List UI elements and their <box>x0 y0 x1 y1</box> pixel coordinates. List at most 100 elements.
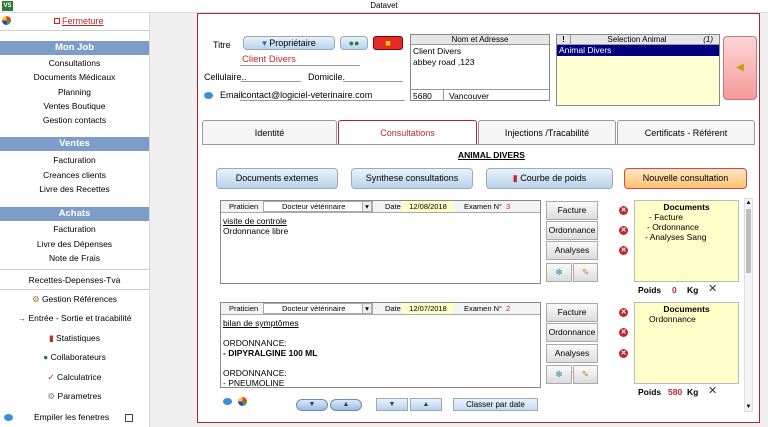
delete-icon[interactable]: ✕ <box>619 226 628 235</box>
palette-icon[interactable] <box>238 397 247 406</box>
date-value[interactable]: 12/07/2018 <box>402 303 454 314</box>
entry-notes[interactable]: bilan de symptômes ORDONNANCE: - DIPYRAL… <box>221 315 540 387</box>
close-icon[interactable]: ✕ <box>708 282 717 295</box>
analyses-sang-button[interactable]: Analyses Sang <box>546 241 598 272</box>
domicile-field[interactable] <box>343 71 403 82</box>
tree-icon[interactable]: ✻ <box>546 263 572 282</box>
delete-icon[interactable]: ✕ <box>619 308 628 317</box>
contacts-button[interactable]: ●● <box>340 36 368 50</box>
chat-icon[interactable] <box>223 398 232 405</box>
stack-windows-checkbox[interactable] <box>125 414 133 422</box>
nav-label: Entrée - Sortie et tracabilité <box>28 313 132 323</box>
next-up-button[interactable]: ▲ <box>410 398 442 411</box>
arrow-right-icon: → <box>17 313 27 323</box>
consult-entry: Praticien Docteur vétérinaire ▾ Date 12/… <box>220 200 541 284</box>
entry-notes[interactable]: visite de controle Ordonnance libre <box>221 213 540 239</box>
sort-by-date-button[interactable]: Classer par date <box>453 398 538 411</box>
delete-icon[interactable]: ✕ <box>619 328 628 337</box>
nav-documents-medicaux[interactable]: Documents Médicaux <box>0 72 149 82</box>
note-line <box>223 358 538 368</box>
close-link[interactable]: Fermeture <box>54 16 104 26</box>
nouvelle-consultation-button[interactable]: Nouvelle consultation <box>624 168 747 189</box>
nav-calculatrice[interactable]: ✓ Calculatrice <box>0 372 149 383</box>
analyses-sang-button[interactable]: Analyses Sang <box>546 344 598 375</box>
nav-planning[interactable]: Planning <box>0 87 149 97</box>
address-header: Nom et Adresse <box>411 35 549 45</box>
alert-button[interactable]: ■ <box>373 36 403 50</box>
postal-code[interactable]: 5680 <box>413 91 432 101</box>
scrollbar[interactable]: ▲ ▼ <box>744 198 753 412</box>
nav-consultations[interactable]: Consultations <box>0 58 149 68</box>
tool-icon[interactable]: ✎ <box>573 365 598 384</box>
nav-livre-depenses[interactable]: Livre des Dépenses <box>0 239 149 249</box>
documents-title: Documents <box>663 202 710 212</box>
synthese-button[interactable]: Synthese consultations <box>351 168 473 189</box>
add-animal-button[interactable]: ◀ <box>723 36 757 100</box>
nav-facturation-ventes[interactable]: Facturation <box>0 155 149 165</box>
nav-gestion-references[interactable]: ⚙ Gestion Références <box>0 294 149 305</box>
ordonnance-button[interactable]: Ordonnance <box>546 221 598 240</box>
delete-icon[interactable]: ✕ <box>619 349 628 358</box>
chevron-down-icon[interactable]: ▾ <box>362 303 372 314</box>
nav-recettes-depenses-tva[interactable]: Recettes-Depenses-Tva <box>0 275 149 285</box>
address-lines[interactable]: Client Divers abbey road ,123 <box>411 45 549 69</box>
chevron-down-icon[interactable]: ▾ <box>362 201 372 212</box>
palette-icon[interactable] <box>2 16 11 25</box>
tab-certificats[interactable]: Certificats - Référent <box>617 120 755 144</box>
close-label: Fermeture <box>62 16 104 26</box>
arrow-left-icon: ◀ <box>736 62 744 73</box>
chart-icon: ▮ <box>512 173 518 183</box>
alert-icon[interactable]: ! <box>557 35 571 44</box>
email-icon[interactable] <box>204 92 213 99</box>
nav-label: Calculatrice <box>57 372 102 382</box>
chat-icon[interactable] <box>4 414 13 421</box>
nav-collaborateurs[interactable]: ● Collaborateurs <box>0 352 149 362</box>
praticien-value: Docteur vétérinaire <box>282 304 346 313</box>
nav-creances-clients[interactable]: Creances clients <box>0 170 149 180</box>
documents-externes-button[interactable]: Documents externes <box>216 168 338 189</box>
tab-injections[interactable]: Injections /Tracabilité <box>478 120 616 144</box>
documents-box[interactable]: Documents - Facture - Ordonnance - Analy… <box>634 200 739 282</box>
exam-number: 3 <box>506 202 511 211</box>
nav-facturation-achats[interactable]: Facturation <box>0 224 149 234</box>
tab-identite[interactable]: Identité <box>202 120 337 144</box>
facture-button[interactable]: Facture <box>546 303 598 322</box>
nav-parametres[interactable]: ⚙ Parametres <box>0 391 149 402</box>
prev-down-button[interactable]: ▼ <box>296 399 328 411</box>
nav-gestion-contacts[interactable]: Gestion contacts <box>0 115 149 125</box>
scrollbar-thumb[interactable] <box>746 209 751 273</box>
nav-statistiques[interactable]: ▮ Statistiques <box>0 333 149 344</box>
delete-icon[interactable]: ✕ <box>619 246 628 255</box>
next-down-button[interactable]: ▼ <box>376 398 408 411</box>
address-line: abbey road ,123 <box>413 57 475 67</box>
nav-label: Gestion Références <box>41 294 118 304</box>
tree-icon[interactable]: ✻ <box>546 365 572 384</box>
nav-entree-sortie[interactable]: → Entrée - Sortie et tracabilité <box>0 313 149 323</box>
nav-ventes-boutique[interactable]: Ventes Boutique <box>0 101 149 111</box>
praticien-select[interactable]: Docteur vétérinaire <box>263 303 373 314</box>
scroll-down-icon[interactable]: ▼ <box>745 403 752 411</box>
animal-selection-box: ! Selection Animal (1) Animal Divers <box>556 34 720 106</box>
praticien-select[interactable]: Docteur vétérinaire <box>263 201 373 212</box>
scroll-up-icon[interactable]: ▲ <box>745 199 752 207</box>
nav-livre-recettes[interactable]: Livre des Recettes <box>0 184 149 194</box>
note-line: - DIPYRALGINE 100 ML <box>223 348 318 358</box>
animal-header: ! Selection Animal (1) <box>557 35 719 45</box>
close-icon[interactable]: ✕ <box>708 384 717 397</box>
nav-label: Statistiques <box>56 333 100 343</box>
city[interactable]: Vancouver <box>449 91 489 101</box>
proprietaire-dropdown[interactable]: ▾ Propriétaire <box>243 36 335 50</box>
delete-icon[interactable]: ✕ <box>619 206 628 215</box>
address-line: Client Divers <box>413 46 462 56</box>
date-value[interactable]: 12/08/2018 <box>402 201 454 212</box>
facture-button[interactable]: Facture <box>546 201 598 220</box>
prev-up-button[interactable]: ▲ <box>330 399 362 411</box>
tab-consultations[interactable]: Consultations <box>338 120 477 144</box>
ordonnance-button[interactable]: Ordonnance <box>546 323 598 342</box>
animal-list-item[interactable]: Animal Divers <box>557 45 719 56</box>
courbe-poids-button[interactable]: ▮ Courbe de poids <box>486 168 613 189</box>
documents-box[interactable]: Documents Ordonnance <box>634 302 739 384</box>
tool-icon[interactable]: ✎ <box>573 263 598 282</box>
cellulaire-field[interactable] <box>241 71 301 82</box>
nav-note-frais[interactable]: Note de Frais <box>0 253 149 263</box>
